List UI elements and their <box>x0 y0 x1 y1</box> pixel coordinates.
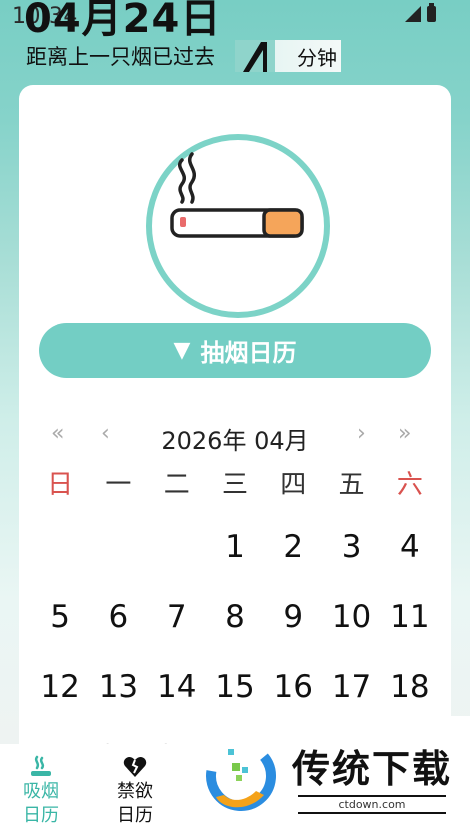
weekday-sat: 六 <box>396 470 423 500</box>
calendar-day[interactable]: 4 <box>381 525 439 595</box>
calendar-day[interactable]: 7 <box>148 595 206 665</box>
since-label: 距离上一只烟已过去 <box>26 45 215 69</box>
tab-smoking-calendar[interactable]: 吸烟 日历 <box>0 744 82 836</box>
weekday-wed: 三 <box>221 470 248 500</box>
battery-icon <box>427 3 436 22</box>
calendar-toggle-label: 抽烟日历 <box>200 339 297 367</box>
calendar-day[interactable]: 8 <box>206 595 264 665</box>
next-year-button[interactable]: » <box>398 421 411 446</box>
calendar-day <box>89 525 147 595</box>
calendar-day <box>31 525 89 595</box>
weekday-thu: 四 <box>280 470 307 500</box>
elapsed-minutes-box: 分钟 <box>235 40 341 72</box>
calendar-navigation: 2026年 04月 « ‹ › » <box>19 421 451 457</box>
prev-month-button[interactable]: ‹ <box>101 421 110 446</box>
weekday-fri: 五 <box>338 470 365 500</box>
elapsed-digit <box>235 40 279 72</box>
weekday-mon: 一 <box>105 470 132 500</box>
calendar-day[interactable]: 5 <box>31 595 89 665</box>
tab-label: 禁欲 日历 <box>117 781 153 826</box>
cigarette-icon <box>170 152 304 238</box>
prev-year-button[interactable]: « <box>51 421 64 446</box>
calendar-day[interactable]: 12 <box>31 665 89 735</box>
calendar-day <box>148 525 206 595</box>
signal-icon <box>405 6 421 22</box>
broken-heart-icon <box>123 757 147 777</box>
calendar-day[interactable]: 9 <box>264 595 322 665</box>
calendar-month-title: 2026年 04月 <box>161 427 309 455</box>
calendar-toggle-button[interactable]: ▼ 抽烟日历 <box>39 323 431 378</box>
weekday-tue: 二 <box>163 470 190 500</box>
tab-label: 吸烟 日历 <box>23 781 59 826</box>
elapsed-unit: 分钟 <box>297 45 337 70</box>
ad-title: 传统下载 <box>292 747 453 791</box>
calendar-day[interactable]: 6 <box>89 595 147 665</box>
status-icons <box>405 3 436 22</box>
calendar-day[interactable]: 1 <box>206 525 264 595</box>
next-month-button[interactable]: › <box>357 421 366 446</box>
calendar-day[interactable]: 10 <box>322 595 380 665</box>
smoke-button[interactable] <box>146 134 330 318</box>
calendar-day[interactable]: 11 <box>381 595 439 665</box>
smoking-tab-icon <box>31 755 51 776</box>
triangle-down-icon: ▼ <box>173 338 191 363</box>
ad-logo-icon <box>202 737 280 815</box>
calendar-day[interactable]: 3 <box>322 525 380 595</box>
tab-abstinence-calendar[interactable]: 禁欲 日历 <box>94 744 176 836</box>
weekday-header: 日 一 二 三 四 五 六 <box>31 464 439 501</box>
weekday-sun: 日 <box>47 470 74 500</box>
ad-url: ctdown.com <box>298 795 446 814</box>
calendar-day[interactable]: 2 <box>264 525 322 595</box>
since-last-cigarette: 距离上一只烟已过去 分钟 <box>26 40 341 72</box>
current-date: 04月24日 <box>24 0 222 42</box>
watermark-ad: 传统下载 ctdown.com <box>190 716 470 836</box>
ad-text: 传统下载 ctdown.com <box>292 738 452 814</box>
calendar-day[interactable]: 13 <box>89 665 147 735</box>
